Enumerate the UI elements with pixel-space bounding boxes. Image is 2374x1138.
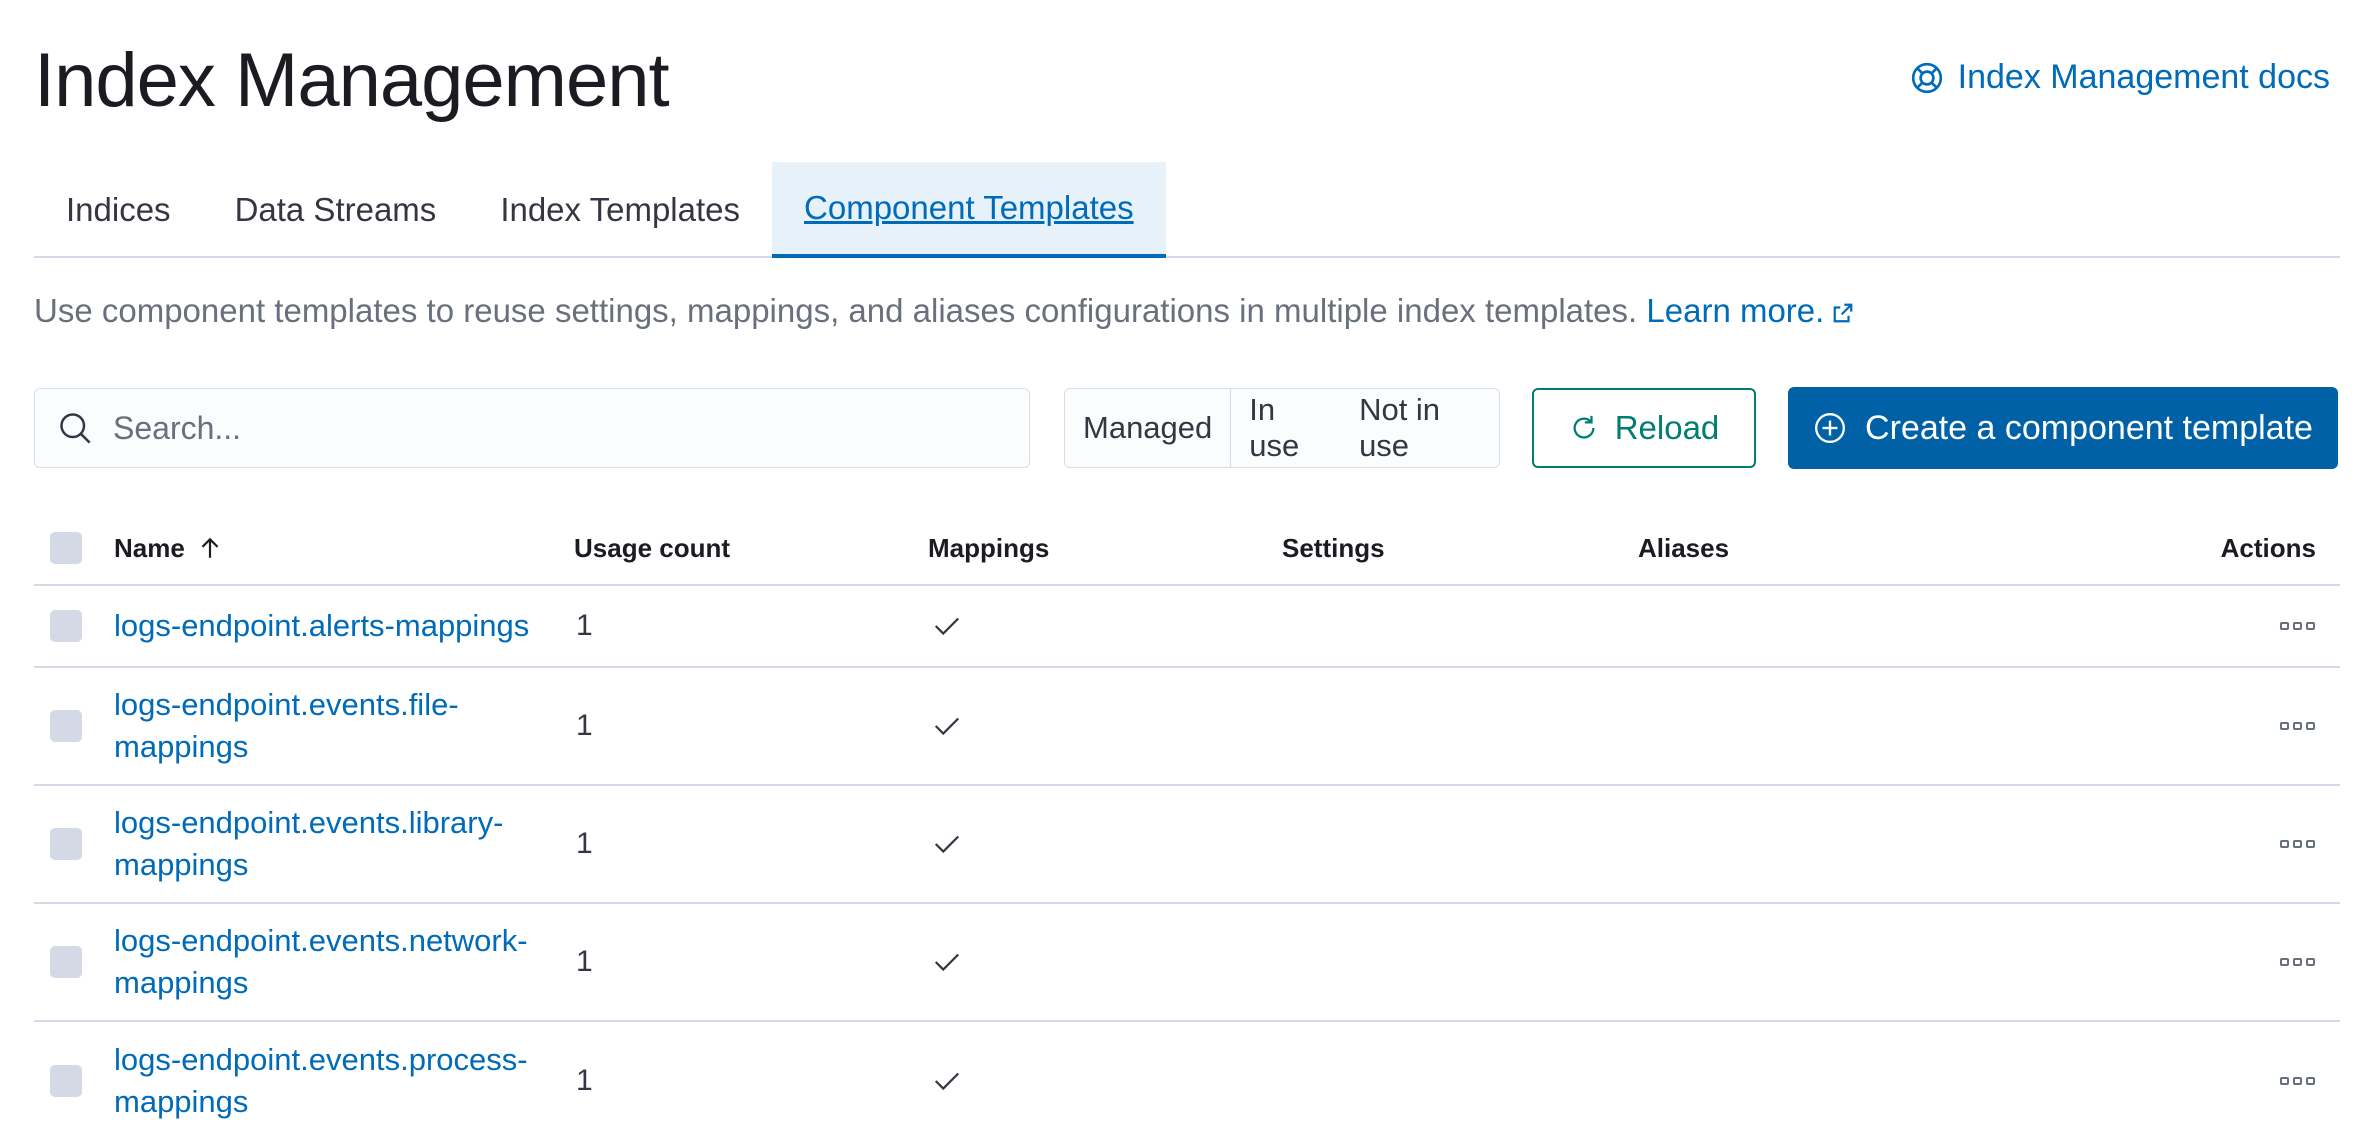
docs-link-label: Index Management docs bbox=[1957, 58, 2330, 96]
row-actions-icon[interactable] bbox=[2280, 956, 2316, 968]
table-row: logs-endpoint.events.network-mappings 1 bbox=[34, 904, 2340, 1022]
row-checkbox[interactable] bbox=[50, 610, 82, 642]
column-header-usage[interactable]: Usage count bbox=[574, 512, 730, 584]
row-actions-icon[interactable] bbox=[2280, 1075, 2316, 1087]
reload-label: Reload bbox=[1614, 409, 1720, 446]
check-icon bbox=[934, 1072, 960, 1091]
search-box bbox=[34, 388, 1030, 468]
learn-more-link[interactable]: Learn more. bbox=[1646, 292, 1854, 329]
template-name-link[interactable]: logs-endpoint.events.network-mappings bbox=[114, 920, 534, 1004]
search-input[interactable] bbox=[113, 409, 993, 447]
table-row: logs-endpoint.alerts-mappings 1 bbox=[34, 586, 2340, 668]
table-row: logs-endpoint.events.file-mappings 1 bbox=[34, 668, 2340, 786]
tab-component-templates[interactable]: Component Templates bbox=[772, 162, 1166, 258]
tab-data-streams[interactable]: Data Streams bbox=[203, 162, 469, 258]
usage-count: 1 bbox=[576, 1064, 593, 1097]
tab-indices[interactable]: Indices bbox=[34, 162, 203, 258]
sort-ascending-icon bbox=[201, 537, 219, 558]
usage-count: 1 bbox=[576, 827, 593, 860]
column-header-name-label: Name bbox=[114, 532, 185, 563]
column-header-aliases: Aliases bbox=[1638, 532, 1730, 563]
template-name-link[interactable]: logs-endpoint.events.file-mappings bbox=[114, 684, 534, 768]
column-header-name[interactable]: Name bbox=[114, 512, 534, 584]
row-actions-icon[interactable] bbox=[2280, 838, 2316, 850]
row-checkbox[interactable] bbox=[50, 946, 82, 978]
row-checkbox[interactable] bbox=[50, 828, 82, 860]
check-icon bbox=[934, 953, 960, 972]
table-row: logs-endpoint.events.process-mappings 1 bbox=[34, 1022, 2340, 1138]
filter-group: Managed In use Not in use bbox=[1064, 388, 1500, 468]
check-icon bbox=[934, 717, 960, 736]
filter-in-use[interactable]: In use bbox=[1231, 389, 1341, 467]
row-actions-icon[interactable] bbox=[2280, 620, 2316, 632]
plus-in-circle-icon bbox=[1815, 413, 1846, 443]
column-header-mappings: Mappings bbox=[928, 532, 1050, 563]
usage-count: 1 bbox=[576, 609, 593, 642]
tab-bar: Indices Data Streams Index Templates Com… bbox=[34, 162, 2340, 258]
search-icon bbox=[60, 413, 91, 444]
select-all-checkbox[interactable] bbox=[50, 532, 82, 564]
template-name-link[interactable]: logs-endpoint.events.process-mappings bbox=[114, 1039, 534, 1123]
refresh-icon bbox=[1573, 415, 1595, 439]
template-name-link[interactable]: logs-endpoint.events.library-mappings bbox=[114, 802, 534, 886]
row-checkbox[interactable] bbox=[50, 1065, 82, 1097]
usage-count: 1 bbox=[576, 709, 593, 742]
create-component-template-button[interactable]: Create a component template bbox=[1788, 387, 2338, 469]
check-icon bbox=[934, 617, 960, 636]
filter-not-in-use[interactable]: Not in use bbox=[1341, 389, 1499, 467]
usage-count: 1 bbox=[576, 945, 593, 978]
external-link-icon bbox=[1833, 303, 1853, 323]
description-text: Use component templates to reuse setting… bbox=[34, 292, 1638, 329]
create-label: Create a component template bbox=[1865, 408, 2313, 447]
learn-more-label: Learn more. bbox=[1646, 292, 1825, 329]
template-name-link[interactable]: logs-endpoint.alerts-mappings bbox=[114, 605, 529, 647]
row-actions-icon[interactable] bbox=[2280, 720, 2316, 732]
docs-link[interactable]: Index Management docs bbox=[1910, 58, 2330, 97]
row-checkbox[interactable] bbox=[50, 710, 82, 742]
table-header-row: Name Usage count Mappings Settings Alias… bbox=[34, 512, 2340, 586]
tab-index-templates[interactable]: Index Templates bbox=[468, 162, 772, 258]
filter-managed[interactable]: Managed bbox=[1065, 389, 1232, 467]
page-description: Use component templates to reuse setting… bbox=[34, 292, 1854, 330]
reload-button[interactable]: Reload bbox=[1532, 388, 1756, 468]
column-header-settings: Settings bbox=[1282, 532, 1385, 563]
page-title: Index Management bbox=[34, 38, 670, 123]
check-icon bbox=[934, 835, 960, 854]
table-row: logs-endpoint.events.library-mappings 1 bbox=[34, 786, 2340, 904]
index-management-page: Index Management Index Management docs I… bbox=[0, 0, 2374, 1138]
component-templates-table: Name Usage count Mappings Settings Alias… bbox=[34, 512, 2340, 1138]
column-header-actions: Actions bbox=[2220, 532, 2316, 563]
help-lifebuoy-icon bbox=[1911, 62, 1942, 93]
